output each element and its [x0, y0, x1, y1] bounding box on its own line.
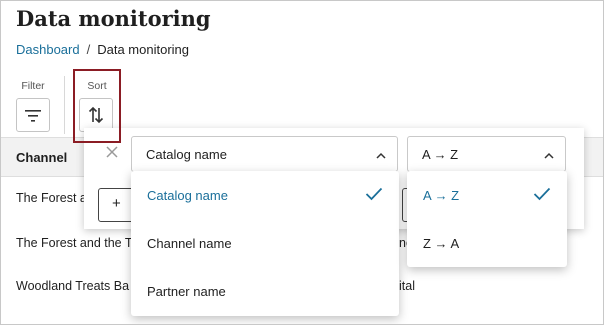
option-label: Catalog name: [147, 187, 228, 203]
sort-order-dropdown: A → Z Z → A: [407, 171, 567, 267]
toolbar-divider: [64, 76, 65, 134]
add-sort-button-label: +: [112, 195, 121, 212]
breadcrumb-separator: /: [86, 42, 91, 57]
filter-button[interactable]: [16, 98, 50, 132]
breadcrumb: Dashboard / Data monitoring: [16, 42, 189, 57]
column-header-channel[interactable]: Channel: [16, 150, 67, 165]
sort-order-option-desc[interactable]: Z → A: [407, 219, 567, 267]
table-row-channel: Woodland Treats Ba: [16, 279, 130, 293]
filter-icon: [25, 108, 41, 122]
checkmark-icon: [365, 187, 383, 201]
option-label: Z → A: [423, 235, 460, 251]
filter-label: Filter: [21, 80, 45, 92]
page-title: Data monitoring: [16, 6, 211, 31]
sort-highlight-box: [73, 69, 121, 143]
sort-field-select-value: Catalog name: [146, 146, 227, 162]
option-label: Partner name: [147, 283, 226, 299]
sort-order-select-value: A → Z: [422, 146, 459, 162]
option-label: Channel name: [147, 235, 232, 251]
sort-field-dropdown: Catalog name Channel name Partner name: [131, 171, 399, 316]
breadcrumb-current: Data monitoring: [97, 42, 190, 57]
sort-field-option-partner[interactable]: Partner name: [131, 267, 399, 315]
sort-order-select[interactable]: A → Z: [407, 136, 566, 172]
checkmark-icon: [533, 187, 551, 201]
sort-field-select[interactable]: Catalog name: [131, 136, 398, 172]
table-row-channel: The Forest and the T: [16, 236, 133, 250]
sort-field-option-channel[interactable]: Channel name: [131, 219, 399, 267]
chevron-up-icon: [375, 149, 387, 159]
sort-field-option-catalog[interactable]: Catalog name: [131, 171, 399, 219]
close-icon[interactable]: [104, 144, 120, 160]
table-row-cell: ital: [399, 279, 415, 293]
chevron-up-icon: [543, 149, 555, 159]
breadcrumb-dashboard-link[interactable]: Dashboard: [16, 42, 80, 57]
table-row-channel: The Forest a: [16, 191, 87, 205]
option-label: A → Z: [423, 187, 460, 203]
sort-order-option-asc[interactable]: A → Z: [407, 171, 567, 219]
